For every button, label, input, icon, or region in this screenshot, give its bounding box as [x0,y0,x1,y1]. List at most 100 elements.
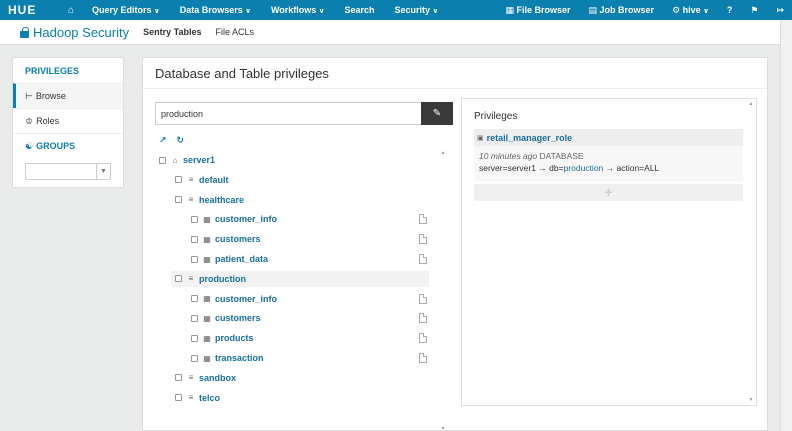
node-checkbox[interactable] [175,374,182,382]
table-icon: ▦ [203,214,211,224]
document-icon[interactable] [419,234,427,245]
table-icon: ▦ [203,313,211,323]
app-title[interactable]: Hadoop Security [20,25,129,40]
user-menu[interactable]: ⚙ hive ∨ [672,5,709,16]
job-browser-link[interactable]: ▤ Job Browser [589,5,655,16]
document-icon[interactable] [419,313,427,324]
node-checkbox[interactable] [191,235,198,243]
sidebar-item-roles[interactable]: ♔ Roles [13,108,123,133]
role-icon: ▣ [477,134,484,142]
chevron-down-icon: ∨ [318,8,325,15]
node-checkbox[interactable] [175,275,182,283]
chevron-down-icon: ▼ [96,164,110,179]
main-menu: Query Editors ∨ Data Browsers ∨ Workflow… [92,5,458,15]
table-node[interactable]: ▦ products [191,330,429,346]
menu-security[interactable]: Security ∨ [395,5,439,15]
privileges-panel: Privileges ▣ retail_manager_role 10 minu… [461,98,757,406]
table-node[interactable]: ▦ customer_info [191,291,429,307]
node-checkbox[interactable] [175,394,182,402]
menu-query-editors[interactable]: Query Editors ∨ [92,5,160,15]
table-node[interactable]: ▦ patient_data [191,251,429,267]
db-icon: ≡ [188,393,194,403]
file-browser-link[interactable]: ▦ File Browser [505,5,570,16]
menu-workflows[interactable]: Workflows ∨ [271,5,325,15]
node-label[interactable]: sandbox [199,373,236,383]
table-node[interactable]: ▦ customer_info [191,211,429,227]
document-icon[interactable] [419,353,427,363]
table-node[interactable]: ▦ customers [191,231,429,247]
flag-icon[interactable]: ⚑ [750,5,758,16]
hue-logo[interactable]: HUE [8,3,52,17]
node-checkbox[interactable] [191,255,198,263]
sidebar-item-label: Roles [36,116,60,126]
scroll-up-icon[interactable]: ▲ [439,150,447,156]
node-checkbox[interactable] [175,196,182,204]
privilege-item[interactable]: 10 minutes ago DATABASE server=server1 →… [474,146,743,181]
node-label[interactable]: healthcare [199,195,244,205]
node-label[interactable]: production [199,274,246,284]
expand-icon[interactable]: ↗ [159,135,167,146]
database-node[interactable]: ≡ sandbox [175,370,429,386]
scroll-down-icon[interactable]: ▼ [439,426,447,431]
node-checkbox[interactable] [191,215,198,223]
database-node[interactable]: ≡ healthcare [175,192,429,208]
table-icon: ▦ [203,333,211,343]
node-label[interactable]: patient_data [215,254,268,264]
node-label[interactable]: customer_info [215,294,277,304]
node-label[interactable]: customer_info [215,214,277,224]
tab-file-acls[interactable]: File ACLs [215,27,254,37]
group-select[interactable]: ▼ [25,163,111,180]
db-icon: ≡ [188,175,194,185]
edit-search-button[interactable]: ✎ [421,102,453,125]
node-label[interactable]: telco [199,393,220,403]
roles-icon: ♔ [25,115,34,126]
node-label[interactable]: server1 [183,155,215,165]
server-icon: ⌂ [172,155,178,165]
database-node[interactable]: ≡ default [175,172,429,188]
menu-data-browsers[interactable]: Data Browsers ∨ [180,5,251,15]
database-node[interactable]: ≡ telco [175,390,429,406]
help-icon[interactable]: ? [727,5,733,15]
document-icon[interactable] [419,293,427,304]
db-icon: ≡ [188,195,194,205]
node-checkbox[interactable] [191,354,198,362]
page-scrollbar[interactable] [780,20,792,431]
node-label[interactable]: default [199,175,229,185]
home-icon[interactable]: ⌂ [62,5,80,16]
chevron-down-icon: ∨ [245,8,251,15]
server-node[interactable]: ⌂ server1 [159,152,429,168]
table-icon: ▦ [203,294,211,304]
node-checkbox[interactable] [191,334,198,342]
privileges-scrollbar[interactable]: ▲ ▼ [747,101,755,403]
table-node[interactable]: ▦ transaction [191,350,429,366]
database-node[interactable]: ≡ production [171,270,429,287]
document-icon[interactable] [419,254,427,264]
document-icon[interactable] [419,333,427,344]
node-label[interactable]: customers [215,234,261,244]
privilege-meta: 10 minutes ago DATABASE [479,151,584,161]
node-label[interactable]: customers [215,313,261,323]
refresh-icon[interactable]: ↻ [177,135,185,146]
privilege-db-link[interactable]: production [564,163,604,173]
sidebar-item-browse[interactable]: ⊢ Browse [13,83,123,108]
node-label[interactable]: transaction [215,353,264,363]
node-checkbox[interactable] [159,156,166,164]
logout-icon[interactable]: ↦ [776,5,784,16]
list-icon: ▤ [588,4,598,15]
node-label[interactable]: products [215,333,254,343]
tab-sentry-tables[interactable]: Sentry Tables [143,27,201,37]
document-icon[interactable] [419,214,427,225]
node-checkbox[interactable] [191,314,198,322]
tree-scrollbar[interactable]: ▲ ▼ [439,150,447,431]
table-node[interactable]: ▦ customers [191,310,429,326]
users-icon: ☯ [25,140,34,151]
scroll-down-icon[interactable]: ▼ [747,397,755,403]
node-checkbox[interactable] [175,176,182,184]
search-input[interactable]: production [155,102,421,125]
role-name[interactable]: retail_manager_role [487,133,573,143]
scroll-up-icon[interactable]: ▲ [747,101,755,107]
node-checkbox[interactable] [191,295,198,303]
add-privilege-button[interactable]: + [474,184,743,201]
menu-search[interactable]: Search [345,5,375,15]
role-header[interactable]: ▣ retail_manager_role [474,129,743,146]
